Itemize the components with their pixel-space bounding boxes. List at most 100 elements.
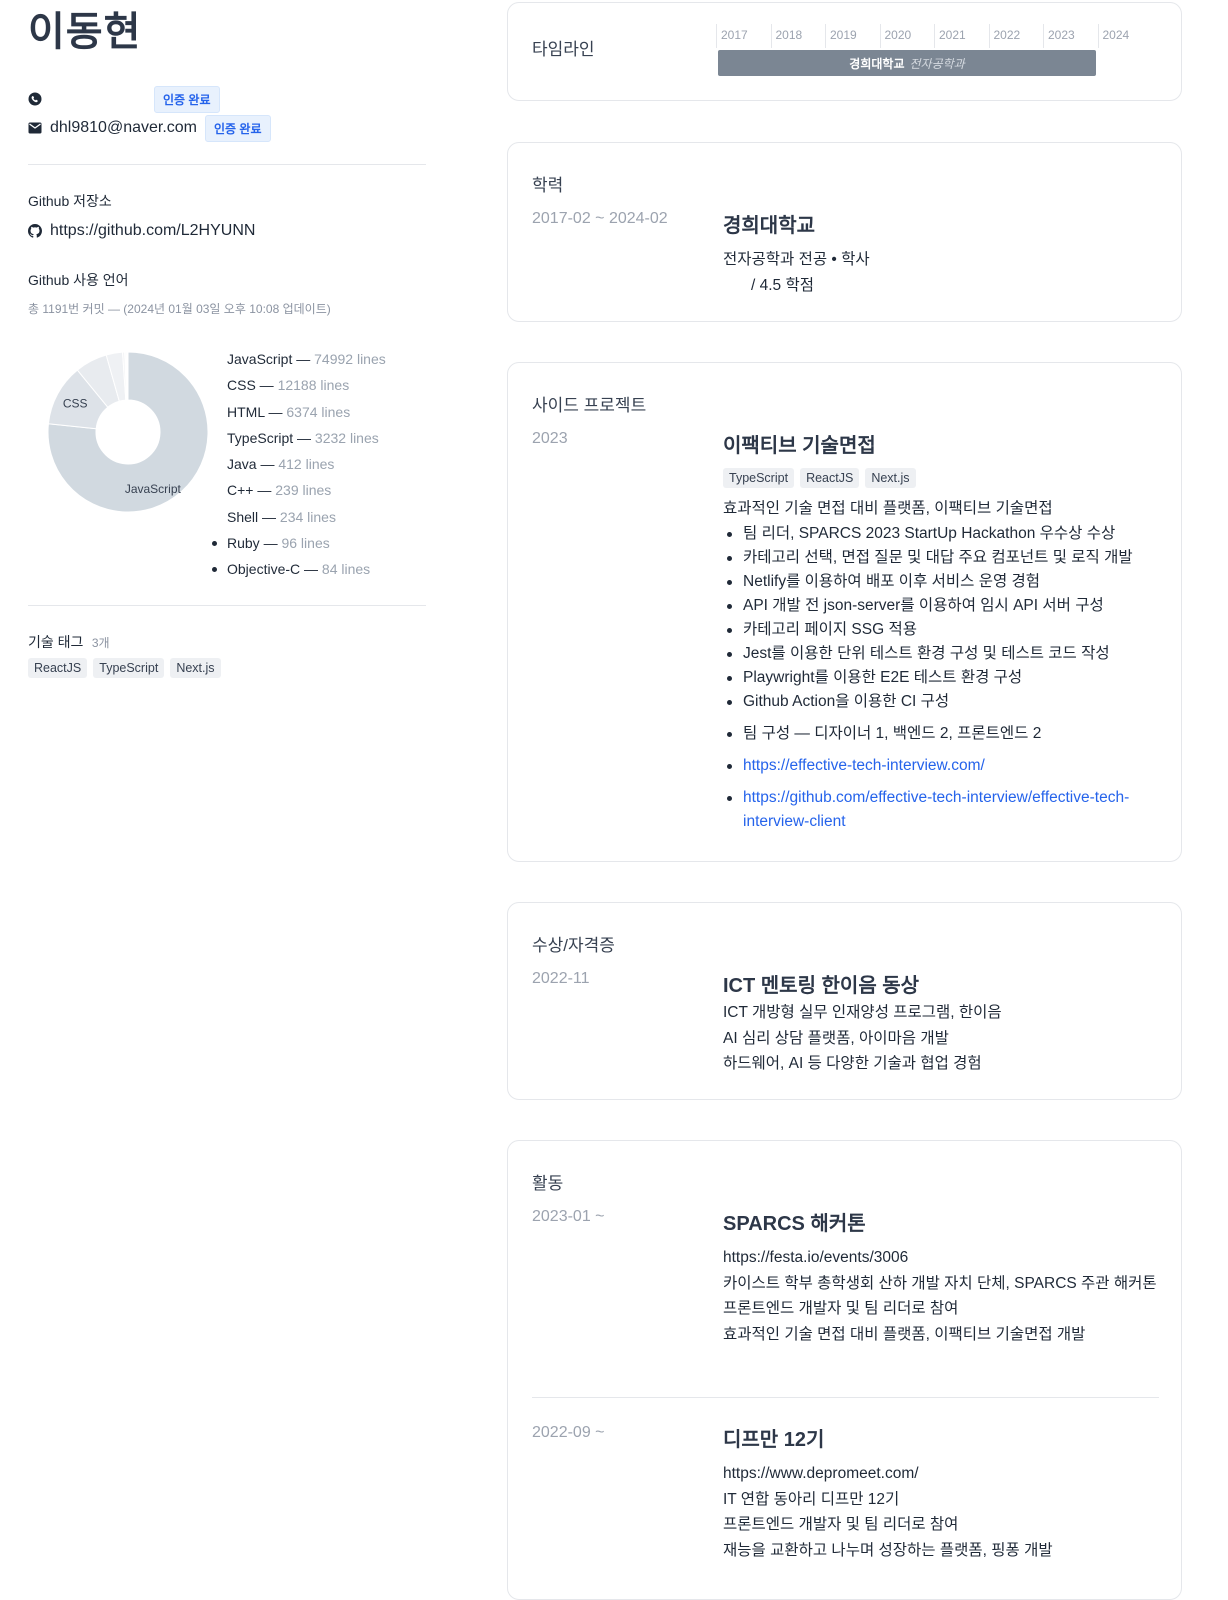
github-repo-row: https://github.com/L2HYUNN [28,218,255,244]
language-separator: — [260,535,282,551]
language-name: CSS [227,377,256,393]
mail-icon [28,121,42,135]
project-name: 이팩티브 기술면접 [723,429,1163,458]
divider [532,1397,1159,1398]
language-lines: 96 lines [281,535,329,551]
skill-tags-header: 기술 태그 3개 [28,632,110,652]
language-pie-chart: JavaScript CSS [46,350,210,514]
language-item: C++ — 239 lines [227,477,386,503]
language-separator: — [265,404,287,420]
activity-date: 2023-01 ~ [532,1208,605,1226]
activity-line: 프론트엔드 개발자 및 팀 리더로 참여 [723,1512,1163,1538]
project-link-github[interactable]: https://github.com/effective-tech-interv… [743,789,1129,830]
education-title: 학력 [532,171,563,196]
language-lines: 234 lines [280,509,336,525]
language-lines: 12188 lines [278,377,350,393]
timeline-year: 2023 [1043,24,1075,48]
language-item: Java — 412 lines [227,451,386,477]
skill-tags-label: 기술 태그 [28,634,83,650]
phone-icon [28,92,42,106]
award-entry: ICT 멘토링 한이음 동상 ICT 개방형 실무 인재양성 프로그램, 한이음… [723,969,1163,1077]
timeline-year: 2017 [716,24,748,48]
activity-url: https://festa.io/events/3006 [723,1245,1163,1271]
profile-name: 이동현 [28,8,426,56]
language-name: HTML [227,404,265,420]
email-text[interactable]: dhl9810@naver.com [50,119,197,137]
award-line: ICT 개방형 실무 인재양성 프로그램, 한이음 [723,1000,1163,1026]
skill-tag: TypeScript [93,658,164,678]
activity-line: 카이스트 학부 총학생회 산하 개발 자치 단체, SPARCS 주관 해커톤 [723,1271,1163,1297]
activities-title: 활동 [532,1169,563,1194]
education-date: 2017-02 ~ 2024-02 [532,210,668,228]
skill-tag: Next.js [170,658,220,678]
language-item: TypeScript — 3232 lines [227,425,386,451]
activity-entry: 디프만 12기 https://www.depromeet.com/ IT 연합… [723,1423,1163,1563]
projects-title: 사이드 프로젝트 [532,391,646,416]
project-tag: TypeScript [723,468,794,488]
divider [28,164,426,165]
email-verified-badge: 인증 완료 [205,115,271,142]
skill-tags: ReactJSTypeScriptNext.js [28,658,227,678]
list-item: 카테고리 페이지 SSG 적용 [723,618,1163,642]
github-repo-link[interactable]: https://github.com/L2HYUNN [50,222,255,240]
timeline-year: 2021 [934,24,966,48]
school-name: 경희대학교 [723,209,1163,238]
language-name: Ruby [227,535,260,551]
language-item: JavaScript — 74992 lines [227,346,386,372]
education-card: 학력 2017-02 ~ 2024-02 경희대학교 전자공학과 전공 • 학사… [507,142,1182,322]
github-language-label: Github 사용 언어 [28,270,129,290]
language-item: Objective-C — 84 lines [227,556,386,582]
github-repo-label: Github 저장소 [28,191,112,211]
timeline-bar-education[interactable]: 경희대학교전자공학과 [718,50,1096,76]
project-bullets: 팀 리더, SPARCS 2023 StartUp Hackathon 우수상 … [723,522,1163,834]
project-link-item: https://github.com/effective-tech-interv… [723,786,1163,834]
language-separator: — [300,561,322,577]
list-item: 카테고리 선택, 면접 질문 및 대답 주요 컴포넌트 및 로직 개발 [723,546,1163,570]
projects-card: 사이드 프로젝트 2023 이팩티브 기술면접 TypeScriptReactJ… [507,362,1182,862]
activity-name: 디프만 12기 [723,1423,1163,1452]
email-row: dhl9810@naver.com 인증 완료 [28,115,271,141]
commit-summary: 총 1191번 커밋 — (2024년 01월 03일 오후 10:08 업데이… [28,300,331,317]
education-entry: 경희대학교 전자공학과 전공 • 학사 / 4.5 학점 [723,209,1163,298]
award-line: 하드웨어, AI 등 다양한 기술과 협업 경험 [723,1051,1163,1077]
divider [28,605,426,606]
timeline-year: 2018 [771,24,803,48]
award-line: AI 심리 상담 플랫폼, 아이마음 개발 [723,1026,1163,1052]
awards-title: 수상/자격증 [532,931,615,956]
language-name: JavaScript [227,351,292,367]
activity-line: IT 연합 동아리 디프만 12기 [723,1487,1163,1513]
list-item: 팀 리더, SPARCS 2023 StartUp Hackathon 우수상 … [723,522,1163,546]
language-separator: — [253,482,275,498]
project-summary: 효과적인 기술 면접 대비 플랫폼, 이팩티브 기술면접 [723,496,1163,522]
pie-slice-label: CSS [63,397,88,411]
timeline-axis: 20172018201920202021202220232024 [716,24,1154,48]
language-lines: 84 lines [322,561,370,577]
language-separator: — [256,377,278,393]
list-item: Github Action을 이용한 CI 구성 [723,690,1163,714]
skill-tags-count: 3개 [92,636,110,650]
project-tags: TypeScriptReactJSNext.js [723,468,1163,488]
timeline-bar-major: 전자공학과 [910,55,965,72]
pie-slice-label: JavaScript [125,482,182,496]
activity-name: SPARCS 해커톤 [723,1207,1163,1236]
activity-line: 효과적인 기술 면접 대비 플랫폼, 이팩티브 기술면접 개발 [723,1322,1163,1348]
timeline-year: 2020 [880,24,912,48]
team-composition: 팀 구성 — 디자이너 1, 백엔드 2, 프론트엔드 2 [723,722,1163,746]
language-separator: — [258,509,280,525]
project-link-site[interactable]: https://effective-tech-interview.com/ [743,757,985,774]
language-lines: 239 lines [275,482,331,498]
activity-line: 프론트엔드 개발자 및 팀 리더로 참여 [723,1296,1163,1322]
timeline-year: 2022 [989,24,1021,48]
project-entry: 이팩티브 기술면접 TypeScriptReactJSNext.js 효과적인 … [723,429,1163,834]
language-lines: 6374 lines [286,404,350,420]
language-separator: — [293,430,315,446]
language-name: TypeScript [227,430,293,446]
language-name: Objective-C [227,561,300,577]
language-list: JavaScript — 74992 lines CSS — 12188 line… [227,346,386,583]
activity-entry: SPARCS 해커톤 https://festa.io/events/3006 … [723,1207,1163,1347]
activity-line: 재능을 교환하고 나누며 성장하는 플랫폼, 핑퐁 개발 [723,1538,1163,1564]
timeline-year: 2024 [1098,24,1130,48]
phone-row: 인증 완료 [28,86,220,112]
timeline-title: 타임라인 [532,35,595,60]
list-item: Playwright를 이용한 E2E 테스트 환경 구성 [723,666,1163,690]
